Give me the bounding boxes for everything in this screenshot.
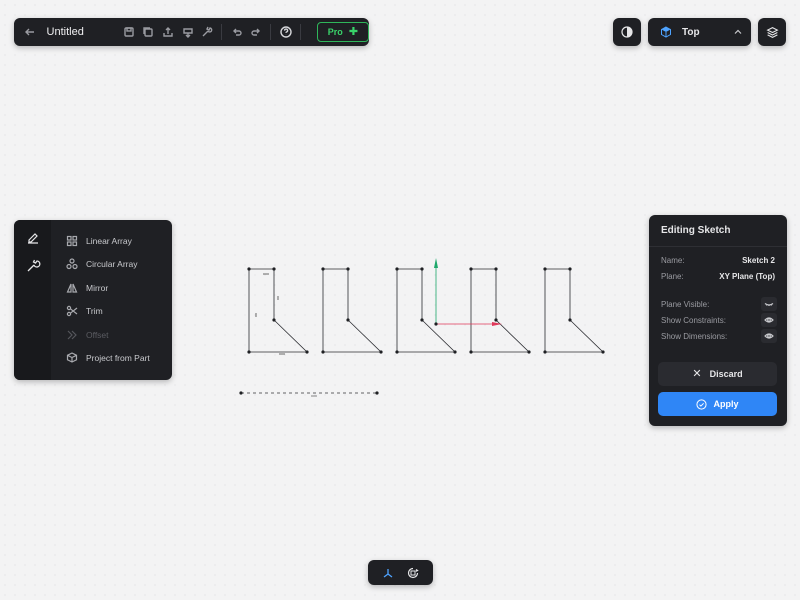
sketch-profile[interactable] <box>322 268 382 353</box>
share-icon[interactable] <box>160 23 177 41</box>
tool-circular-array[interactable]: Circular Array <box>66 253 172 277</box>
origin-axes <box>434 258 502 326</box>
constraint-marks <box>255 273 285 355</box>
axes-icon[interactable] <box>382 567 394 579</box>
layers-icon <box>765 26 779 38</box>
redo-icon[interactable] <box>248 23 265 41</box>
show-dimensions-label: Show Dimensions: <box>661 331 728 341</box>
view-label: Top <box>682 26 700 38</box>
check-circle-icon <box>696 398 708 410</box>
tool-label: Mirror <box>86 282 109 293</box>
tool-offset[interactable]: Offset <box>66 323 172 347</box>
tool-trim[interactable]: Trim <box>66 300 172 324</box>
construction-line[interactable] <box>239 391 379 397</box>
tool-label: Project from Part <box>86 353 150 364</box>
editing-sketch-panel: Editing Sketch Name: Sketch 2 Plane: XY … <box>649 215 787 426</box>
discard-button[interactable]: ✕ Discard <box>658 362 777 386</box>
tool-mirror[interactable]: Mirror <box>66 276 172 300</box>
sketch-vertices[interactable] <box>247 267 605 354</box>
save-icon[interactable] <box>121 23 138 41</box>
name-label: Name: <box>661 255 685 265</box>
tool-label: Offset <box>86 329 109 340</box>
apply-button[interactable]: Apply <box>658 392 777 416</box>
eye-closed-icon <box>764 303 774 306</box>
plane-visible-toggle[interactable] <box>761 297 777 311</box>
close-icon: ✕ <box>692 367 702 380</box>
tool-label: Linear Array <box>86 235 132 246</box>
layers-button[interactable] <box>758 18 786 46</box>
panel-title: Editing Sketch <box>649 215 787 247</box>
theme-toggle-button[interactable] <box>613 18 641 46</box>
top-toolbar: Untitled Pro ✚ <box>14 18 370 46</box>
sketch-profile[interactable] <box>544 268 604 353</box>
view-orientation-select[interactable]: Top <box>648 18 751 46</box>
wrench-icon[interactable] <box>199 23 216 41</box>
pencil-eraser-icon[interactable] <box>25 230 41 246</box>
plane-value: XY Plane (Top) <box>719 271 775 281</box>
eye-icon <box>764 317 774 323</box>
project-icon <box>66 352 78 363</box>
sketch-name-row: Name: Sketch 2 <box>649 252 787 268</box>
discard-label: Discard <box>709 369 743 379</box>
wrench-tools-icon[interactable] <box>25 258 41 274</box>
tool-category-rail <box>14 220 51 380</box>
circular-array-icon <box>66 258 78 270</box>
pro-label: Pro <box>327 27 343 37</box>
sketch-profile[interactable] <box>248 268 308 353</box>
sketch-profile[interactable] <box>396 268 456 353</box>
help-icon[interactable] <box>277 23 294 41</box>
download-icon[interactable] <box>179 23 196 41</box>
back-arrow-icon[interactable] <box>22 23 39 41</box>
cube-icon <box>661 26 671 38</box>
plus-icon: ✚ <box>348 25 359 38</box>
document-title[interactable]: Untitled <box>47 26 91 38</box>
scissors-icon <box>66 306 78 317</box>
tool-label: Circular Array <box>86 259 138 270</box>
sketch-profile[interactable] <box>470 268 530 353</box>
bottom-view-bar <box>368 560 433 585</box>
show-dimensions-toggle[interactable] <box>761 329 777 343</box>
show-constraints-row: Show Constraints: <box>649 312 787 328</box>
tool-list: Linear Array Circular Array Mirror Trim … <box>51 220 172 380</box>
show-dimensions-row: Show Dimensions: <box>649 328 787 344</box>
copy-icon[interactable] <box>140 23 157 41</box>
toolbar-divider <box>299 24 301 40</box>
pro-upgrade-button[interactable]: Pro ✚ <box>316 22 370 42</box>
sketch-tools-panel: Linear Array Circular Array Mirror Trim … <box>14 220 172 380</box>
toolbar-divider <box>270 24 272 40</box>
tool-label: Trim <box>86 306 103 317</box>
undo-icon[interactable] <box>228 23 245 41</box>
mirror-icon <box>66 283 78 293</box>
offset-icon <box>67 330 77 340</box>
show-constraints-label: Show Constraints: <box>661 315 726 325</box>
sketch-plane-row: Plane: XY Plane (Top) <box>649 268 787 284</box>
chevron-up-icon <box>734 29 742 34</box>
tool-linear-array[interactable]: Linear Array <box>66 229 172 253</box>
plane-visible-label: Plane Visible: <box>661 299 710 309</box>
plane-visible-row: Plane Visible: <box>649 296 787 312</box>
name-value: Sketch 2 <box>742 255 775 265</box>
apply-label: Apply <box>713 399 739 409</box>
linear-array-icon <box>66 235 78 246</box>
eye-icon <box>764 333 774 339</box>
show-constraints-toggle[interactable] <box>761 313 777 327</box>
contrast-icon <box>621 26 633 38</box>
toolbar-divider <box>221 24 223 40</box>
plane-label: Plane: <box>661 271 684 281</box>
orbit-icon[interactable] <box>407 567 419 579</box>
tool-project-from-part[interactable]: Project from Part <box>66 347 172 371</box>
